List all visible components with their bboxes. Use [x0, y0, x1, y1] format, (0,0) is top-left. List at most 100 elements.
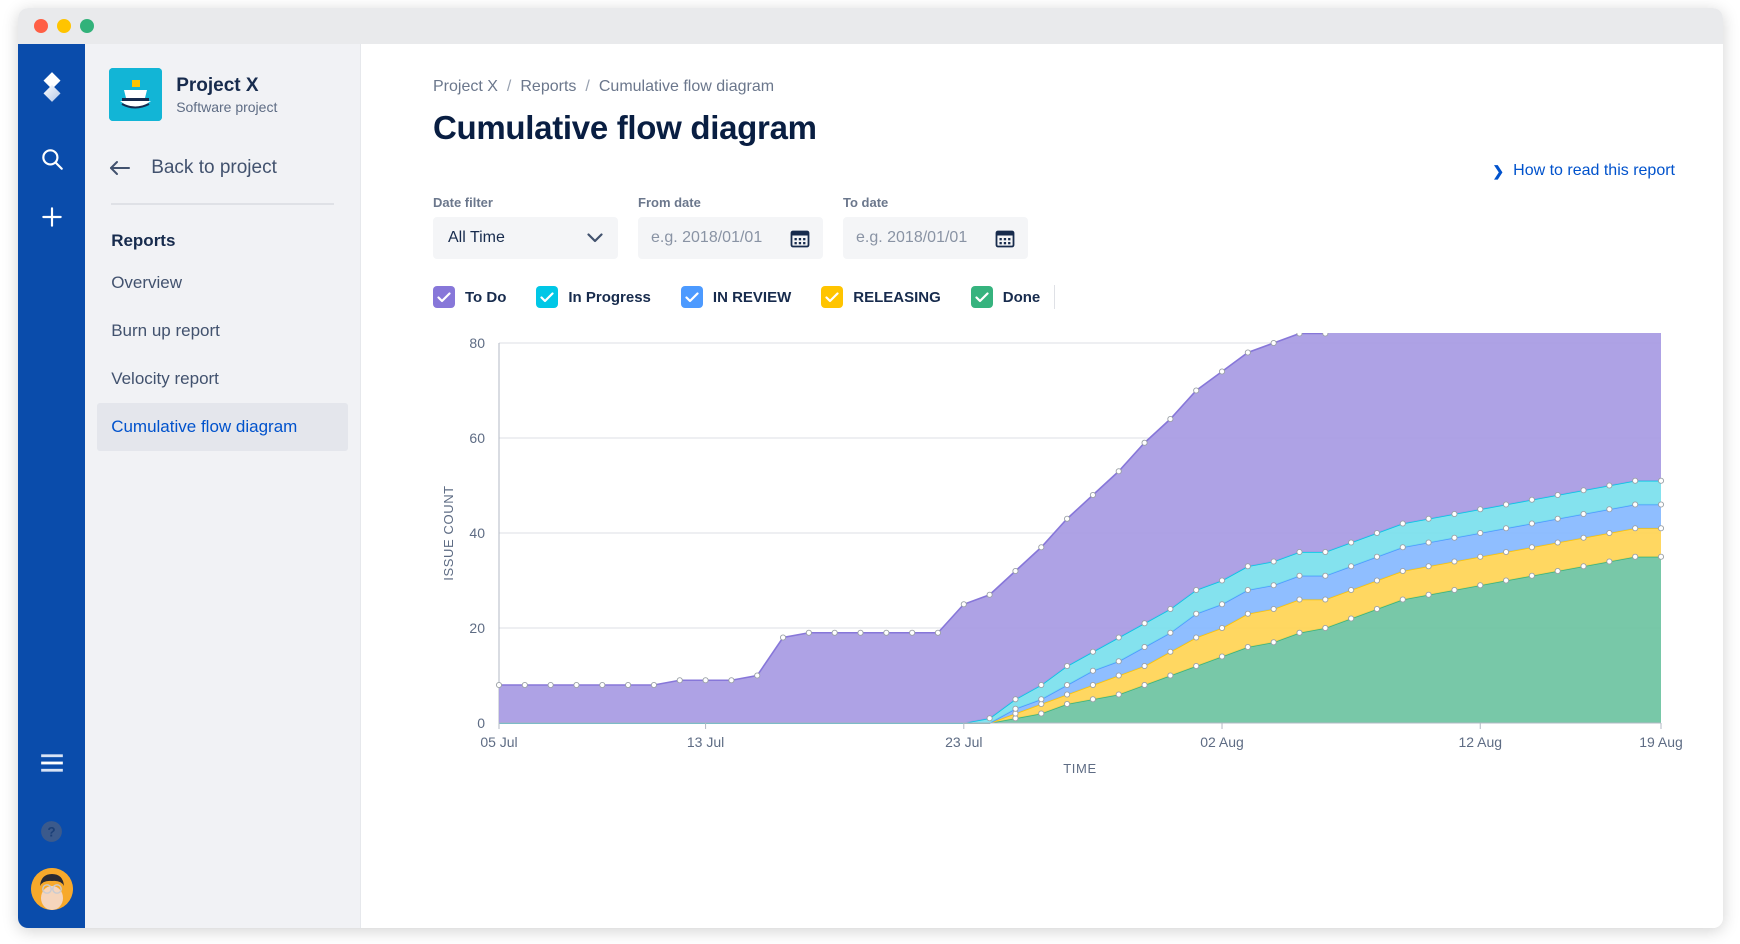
- data-point[interactable]: [1529, 497, 1534, 502]
- data-point[interactable]: [1039, 545, 1044, 550]
- data-point[interactable]: [1194, 635, 1199, 640]
- data-point[interactable]: [1090, 649, 1095, 654]
- data-point[interactable]: [1245, 611, 1250, 616]
- data-point[interactable]: [548, 682, 553, 687]
- jira-logo-icon[interactable]: [29, 64, 75, 110]
- data-point[interactable]: [1323, 333, 1328, 336]
- data-point[interactable]: [1271, 606, 1276, 611]
- data-point[interactable]: [1271, 583, 1276, 588]
- close-window-button[interactable]: [34, 19, 48, 33]
- data-point[interactable]: [1142, 663, 1147, 668]
- data-point[interactable]: [1323, 573, 1328, 578]
- data-point[interactable]: [1426, 592, 1431, 597]
- sidebar-item-overview[interactable]: Overview: [85, 259, 360, 307]
- legend-item-releasing[interactable]: RELEASING: [821, 286, 941, 308]
- data-point[interactable]: [1607, 507, 1612, 512]
- data-point[interactable]: [1219, 602, 1224, 607]
- data-point[interactable]: [1090, 492, 1095, 497]
- data-point[interactable]: [1116, 673, 1121, 678]
- data-point[interactable]: [1064, 516, 1069, 521]
- data-point[interactable]: [1297, 573, 1302, 578]
- data-point[interactable]: [1194, 663, 1199, 668]
- data-point[interactable]: [1090, 697, 1095, 702]
- calendar-icon[interactable]: [790, 228, 810, 248]
- data-point[interactable]: [1349, 616, 1354, 621]
- breadcrumb-current[interactable]: Cumulative flow diagram: [599, 78, 774, 96]
- data-point[interactable]: [1219, 654, 1224, 659]
- data-point[interactable]: [1555, 540, 1560, 545]
- data-point[interactable]: [1426, 516, 1431, 521]
- data-point[interactable]: [1168, 673, 1173, 678]
- data-point[interactable]: [1168, 606, 1173, 611]
- data-point[interactable]: [1168, 630, 1173, 635]
- data-point[interactable]: [703, 678, 708, 683]
- data-point[interactable]: [1529, 521, 1534, 526]
- data-point[interactable]: [1658, 526, 1663, 531]
- data-point[interactable]: [1013, 706, 1018, 711]
- data-point[interactable]: [884, 630, 889, 635]
- data-point[interactable]: [1529, 573, 1534, 578]
- help-icon[interactable]: ?: [29, 808, 75, 854]
- data-point[interactable]: [1658, 554, 1663, 559]
- data-point[interactable]: [1607, 559, 1612, 564]
- data-point[interactable]: [987, 592, 992, 597]
- data-point[interactable]: [1297, 597, 1302, 602]
- data-point[interactable]: [1194, 388, 1199, 393]
- data-point[interactable]: [1168, 649, 1173, 654]
- data-point[interactable]: [1374, 606, 1379, 611]
- data-point[interactable]: [1633, 502, 1638, 507]
- breadcrumb-reports[interactable]: Reports: [520, 78, 576, 96]
- data-point[interactable]: [910, 630, 915, 635]
- data-point[interactable]: [1297, 549, 1302, 554]
- data-point[interactable]: [1633, 478, 1638, 483]
- data-point[interactable]: [1400, 597, 1405, 602]
- data-point[interactable]: [1116, 692, 1121, 697]
- data-point[interactable]: [600, 682, 605, 687]
- data-point[interactable]: [1064, 701, 1069, 706]
- data-point[interactable]: [1452, 535, 1457, 540]
- data-point[interactable]: [1452, 559, 1457, 564]
- data-point[interactable]: [1400, 521, 1405, 526]
- data-point[interactable]: [1039, 682, 1044, 687]
- data-point[interactable]: [1529, 545, 1534, 550]
- data-point[interactable]: [1400, 568, 1405, 573]
- legend-item-to-do[interactable]: To Do: [433, 286, 506, 308]
- data-point[interactable]: [1555, 568, 1560, 573]
- data-point[interactable]: [1297, 333, 1302, 336]
- data-point[interactable]: [1581, 564, 1586, 569]
- legend-item-in-review[interactable]: IN REVIEW: [681, 286, 791, 308]
- data-point[interactable]: [1194, 587, 1199, 592]
- data-point[interactable]: [1374, 530, 1379, 535]
- data-point[interactable]: [1503, 526, 1508, 531]
- data-point[interactable]: [1142, 644, 1147, 649]
- data-point[interactable]: [1555, 516, 1560, 521]
- data-point[interactable]: [935, 630, 940, 635]
- data-point[interactable]: [1090, 682, 1095, 687]
- data-point[interactable]: [496, 682, 501, 687]
- data-point[interactable]: [1245, 564, 1250, 569]
- data-point[interactable]: [729, 678, 734, 683]
- data-point[interactable]: [1271, 340, 1276, 345]
- data-point[interactable]: [1658, 502, 1663, 507]
- data-point[interactable]: [1219, 578, 1224, 583]
- data-point[interactable]: [1658, 478, 1663, 483]
- breadcrumb-project[interactable]: Project X: [433, 78, 498, 96]
- data-point[interactable]: [1581, 535, 1586, 540]
- data-point[interactable]: [574, 682, 579, 687]
- data-point[interactable]: [1349, 587, 1354, 592]
- date-filter-select[interactable]: All Time: [433, 217, 618, 259]
- data-point[interactable]: [1478, 507, 1483, 512]
- data-point[interactable]: [1064, 682, 1069, 687]
- data-point[interactable]: [780, 635, 785, 640]
- avatar[interactable]: [31, 868, 73, 910]
- legend-item-done[interactable]: Done: [971, 286, 1041, 308]
- data-point[interactable]: [1323, 549, 1328, 554]
- data-point[interactable]: [1039, 697, 1044, 702]
- data-point[interactable]: [677, 678, 682, 683]
- data-point[interactable]: [1323, 625, 1328, 630]
- minimize-window-button[interactable]: [57, 19, 71, 33]
- data-point[interactable]: [832, 630, 837, 635]
- data-point[interactable]: [1168, 416, 1173, 421]
- create-icon[interactable]: [29, 194, 75, 240]
- data-point[interactable]: [1013, 697, 1018, 702]
